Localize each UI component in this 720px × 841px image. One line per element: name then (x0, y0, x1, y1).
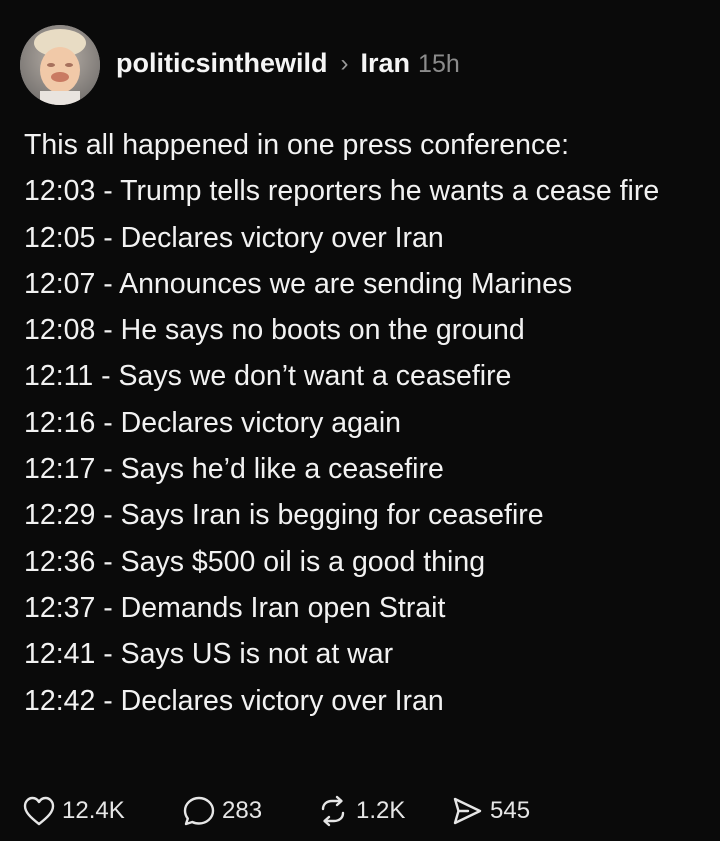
timeline-entry: 12:36 - Says $500 oil is a good thing (24, 545, 486, 578)
timeline-entry: 12:29 - Says Iran is begging for ceasefi… (24, 499, 544, 532)
repost-button[interactable]: 1.2K (316, 795, 450, 827)
timeline-entry: 12:03 - Trump tells reporters he wants a… (24, 175, 660, 208)
post-header: politicsinthewild › Iran 15h (20, 24, 460, 106)
send-icon (453, 797, 482, 825)
reply-button[interactable]: 283 (182, 795, 316, 827)
timeline-entry: 12:07 - Announces we are sending Marines (24, 267, 573, 300)
repost-arrows-icon (321, 795, 345, 827)
timeline-entry: 12:08 - He says no boots on the ground (24, 314, 525, 347)
timeline-entry: 12:42 - Declares victory over Iran (24, 684, 444, 717)
timeline-entry: 12:17 - Says he’d like a ceasefire (24, 453, 444, 486)
thread-post: politicsinthewild › Iran 15h This all ha… (0, 0, 720, 841)
username-link[interactable]: politicsinthewild (116, 49, 328, 77)
repost-count: 1.2K (356, 797, 406, 824)
share-count: 545 (490, 797, 531, 824)
post-timestamp: 15h (418, 49, 460, 78)
timeline-entry: 12:16 - Declares victory again (24, 406, 402, 439)
heart-icon (23, 796, 55, 826)
timeline-entry: 12:05 - Declares victory over Iran (24, 221, 444, 254)
post-meta: politicsinthewild › Iran 15h (116, 49, 460, 78)
share-button[interactable]: 545 (450, 795, 530, 827)
speech-bubble-icon (183, 796, 215, 826)
post-intro: This all happened in one press conferenc… (24, 129, 570, 161)
like-button[interactable]: 12.4K (22, 795, 182, 827)
avatar-image (20, 25, 100, 105)
timeline-entry: 12:37 - Demands Iran open Strait (24, 591, 446, 624)
reply-count: 283 (222, 797, 263, 824)
timeline-entry: 12:11 - Says we don’t want a ceasefire (24, 360, 512, 393)
chevron-right-icon: › (340, 49, 349, 77)
topic-tag[interactable]: Iran (361, 49, 411, 77)
avatar[interactable] (20, 25, 100, 105)
like-count: 12.4K (62, 797, 125, 824)
action-bar: 12.4K 283 1.2K 545 (22, 795, 530, 827)
timeline-entry: 12:41 - Says US is not at war (24, 638, 394, 671)
post-body: This all happened in one press conferenc… (24, 122, 696, 724)
